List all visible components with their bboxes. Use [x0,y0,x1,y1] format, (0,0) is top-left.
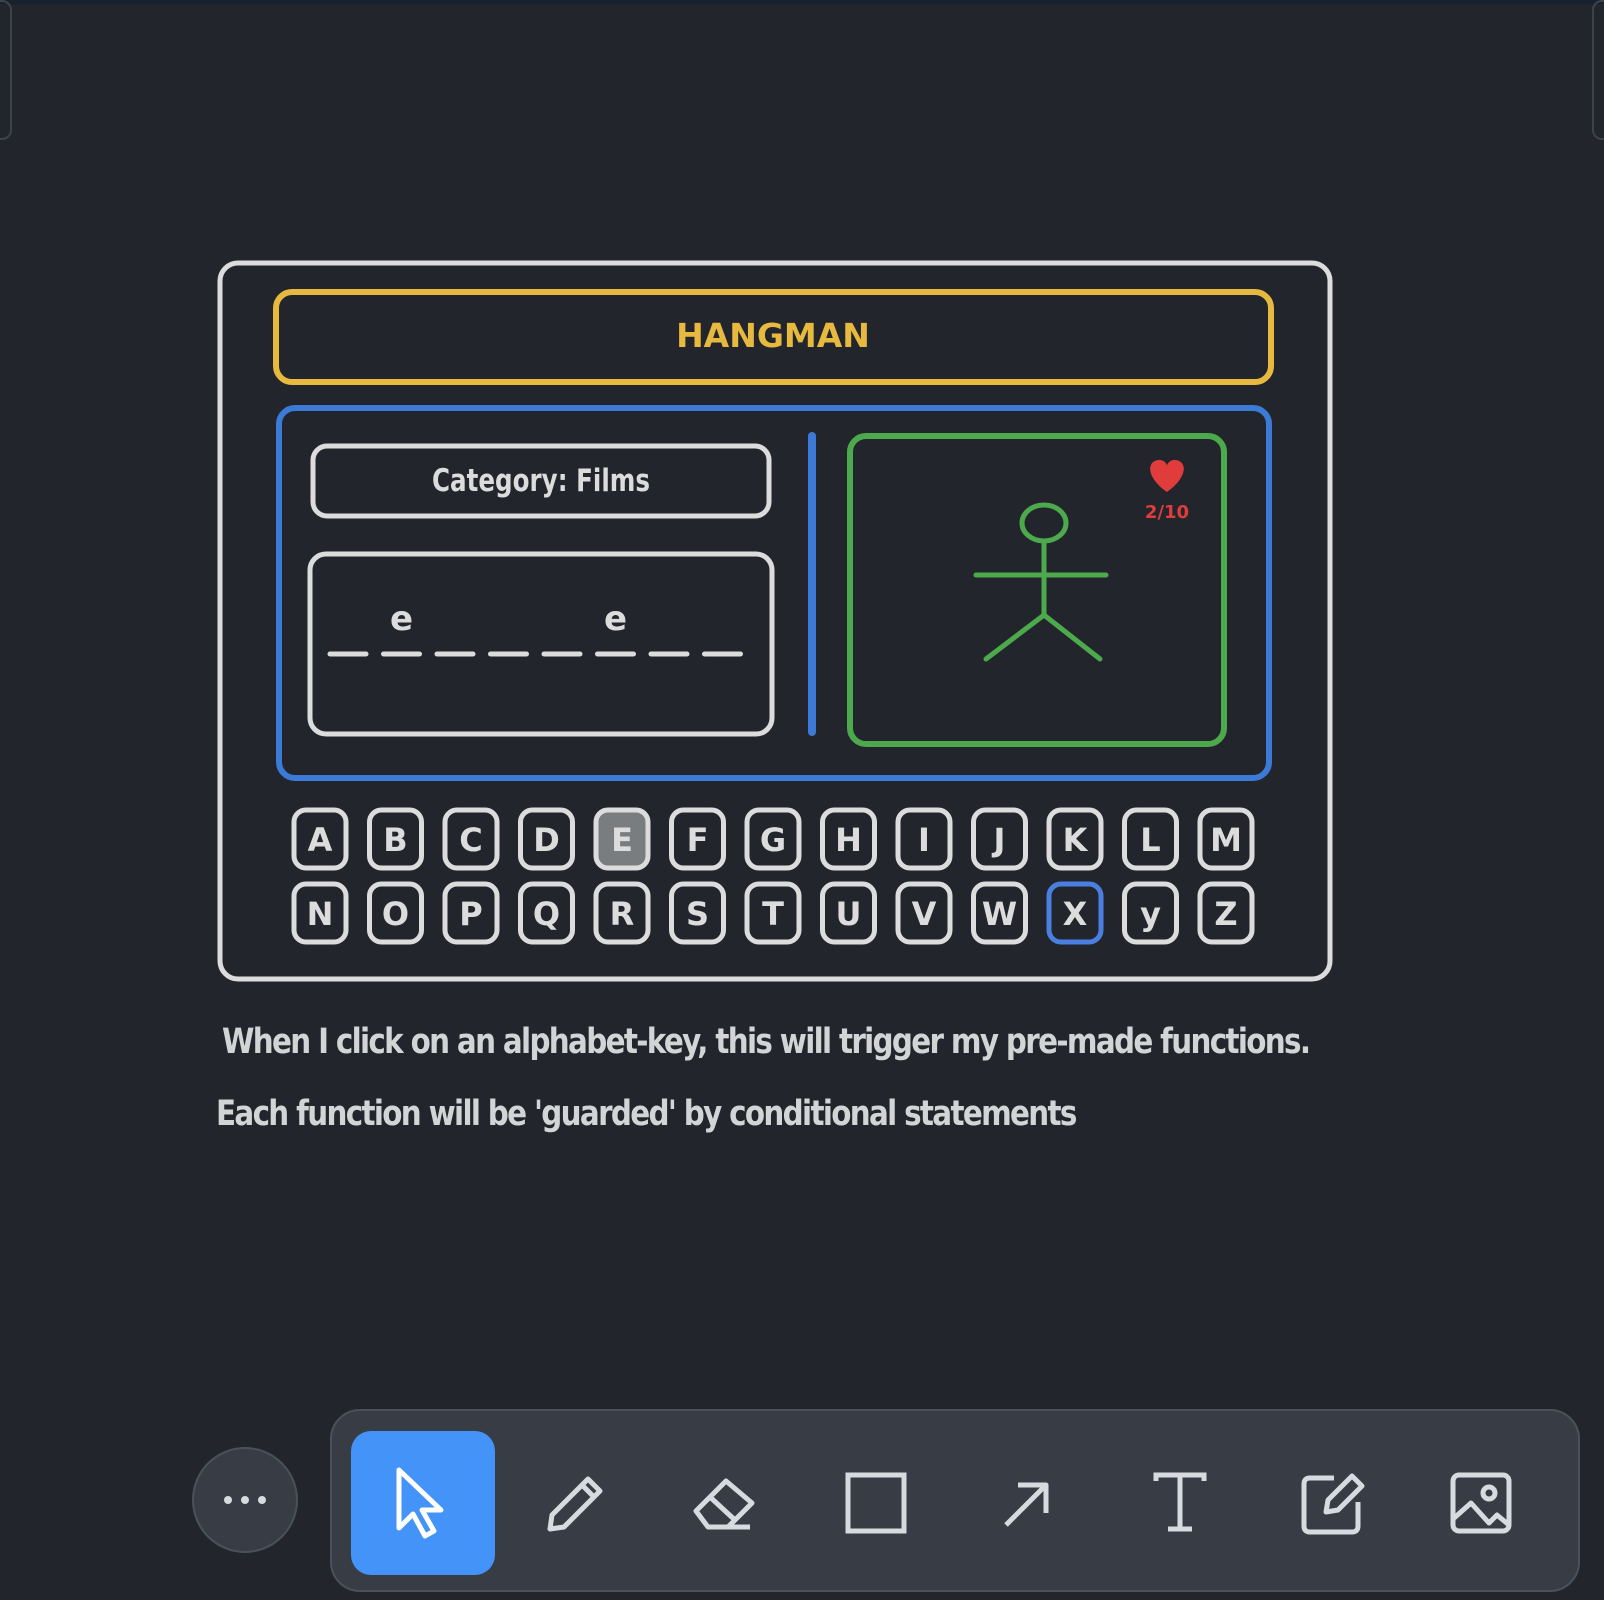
category-label: Category: Films [432,463,650,499]
rectangle-tool-button[interactable] [804,1431,948,1575]
key-x[interactable]: X [1046,881,1104,945]
key-q[interactable]: Q [518,881,575,945]
key-y[interactable]: y [1122,881,1179,945]
key-label: Q [533,895,560,933]
key-t[interactable]: T [744,881,802,945]
key-label: G [760,821,786,859]
key-m[interactable]: M [1197,807,1255,871]
note-edit-icon [1301,1473,1365,1535]
arrow-tool-button[interactable] [956,1431,1100,1575]
key-e[interactable]: E [593,807,651,871]
key-label: O [382,895,409,933]
key-label: N [307,895,334,933]
key-label: L [1140,821,1160,859]
key-label: S [686,895,709,933]
key-c[interactable]: C [442,807,500,871]
key-label: H [835,821,862,859]
key-label: D [533,821,560,859]
drawing-toolbar [330,1409,1580,1592]
key-n[interactable]: N [291,881,349,945]
key-label: E [611,821,633,859]
key-label: Z [1214,895,1237,933]
text-icon [1153,1472,1207,1532]
key-b[interactable]: B [367,807,424,871]
more-options-button[interactable] [192,1447,298,1553]
stick-figure [973,502,1109,662]
key-o[interactable]: O [367,881,424,945]
key-d[interactable]: D [518,807,575,871]
arrow-icon [1004,1482,1049,1527]
key-h[interactable]: H [820,807,877,871]
whiteboard-drawing[interactable]: HANGMAN Category: Films ee 2/10 ABCDEFGH… [0,0,1604,1600]
key-l[interactable]: L [1122,807,1179,871]
caption-line-2: Each function will be 'guarded' by condi… [216,1094,1077,1134]
key-label: T [762,895,784,933]
key-s[interactable]: S [669,881,726,945]
text-tool-button[interactable] [1108,1431,1252,1575]
more-horizontal-icon [224,1496,266,1504]
key-label: W [982,895,1017,933]
word-slots: ee [327,599,743,657]
key-label: K [1063,821,1089,859]
word-box[interactable] [307,551,775,737]
select-tool-button[interactable] [351,1431,495,1575]
key-label: C [459,821,482,859]
key-r[interactable]: R [593,881,651,945]
key-label: M [1210,821,1242,859]
key-f[interactable]: F [669,807,726,871]
image-tool-button[interactable] [1409,1431,1553,1575]
key-j[interactable]: J [971,807,1028,871]
key-i[interactable]: I [895,807,953,871]
pointer-icon [396,1467,444,1539]
heart-icon [1150,459,1184,492]
key-label: V [912,895,937,933]
key-label: J [992,821,1006,859]
stick-figure-head [1019,502,1069,544]
key-u[interactable]: U [820,881,877,945]
pencil-icon [547,1476,603,1532]
key-label: B [383,821,407,859]
word-letter: e [390,599,413,639]
eraser-icon [693,1478,755,1530]
outer-frame[interactable] [217,260,1333,982]
key-label: U [836,895,862,933]
key-label: R [610,895,635,933]
key-label: y [1140,895,1161,933]
key-a[interactable]: A [291,807,349,871]
key-label: P [459,895,482,933]
key-g[interactable]: G [744,807,802,871]
key-label: X [1063,895,1088,933]
rectangle-icon [845,1472,907,1534]
key-k[interactable]: K [1046,807,1104,871]
lives-counter: 2/10 [1145,502,1189,523]
key-label: A [308,821,333,859]
word-letter: e [604,599,627,639]
pencil-tool-button[interactable] [502,1431,646,1575]
key-label: F [687,821,709,859]
caption-line-1: When I click on an alphabet-key, this wi… [222,1022,1311,1062]
key-label: I [918,821,930,859]
eraser-tool-button[interactable] [652,1431,796,1575]
key-z[interactable]: Z [1197,881,1255,945]
key-v[interactable]: V [895,881,953,945]
key-p[interactable]: P [442,881,500,945]
note-tool-button[interactable] [1261,1431,1405,1575]
stick-figure-left-leg [983,612,1047,662]
stick-figure-right-leg [1041,612,1103,662]
alphabet-keyboard: A B C D E F G H I J K L M N O P Q R S T U V W Xy Z [291,807,1255,945]
key-w[interactable]: W [971,881,1028,945]
image-icon [1450,1472,1512,1534]
title-text: HANGMAN [676,316,870,355]
